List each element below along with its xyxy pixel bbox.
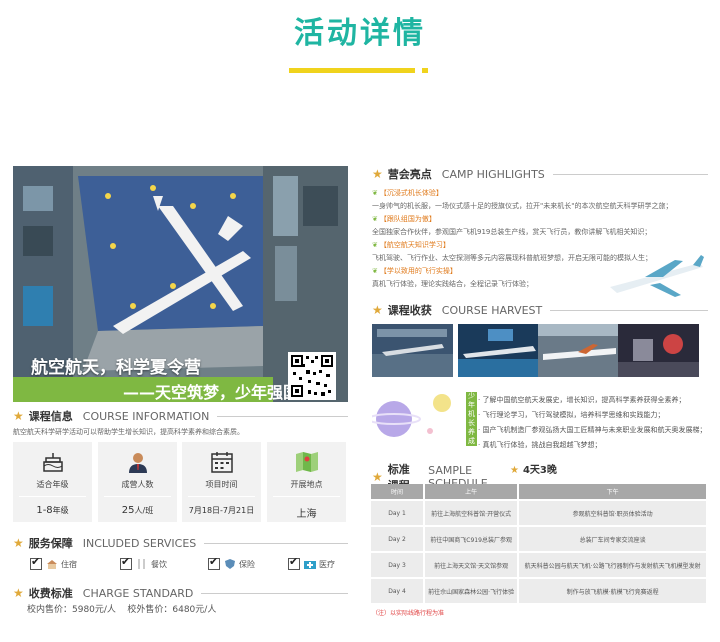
course-info-title-en: COURSE INFORMATION: [82, 409, 210, 423]
photo-cockpit-sim: [458, 324, 539, 377]
service-medical: 医疗: [288, 555, 335, 570]
price-text: 校内售价：5980元/人 校外售价：6480元/人: [27, 605, 217, 615]
map-icon: [296, 452, 318, 472]
highlights-title-en: CAMP HIGHLIGHTS: [441, 167, 545, 181]
highlight-item: ❦ 【学以致用的飞行实操】 真机飞行体验，理论实践结合，全程记录飞行体验；: [372, 267, 533, 288]
divider: [201, 592, 348, 594]
info-location: 开展地点 上海: [267, 442, 346, 522]
info-time-value: 7月18日-7月21日: [188, 506, 255, 515]
info-grade-label: 适合年级: [36, 480, 69, 489]
leaf-icon: ❦: [372, 267, 378, 275]
course-info-header: ★ 课程信息 COURSE INFORMATION: [13, 408, 348, 424]
leaf-icon: ❦: [372, 241, 378, 249]
star-icon: ★: [510, 465, 519, 476]
star-icon: ★: [372, 167, 383, 181]
divider: [217, 415, 348, 417]
harvest-title: 课程收获: [387, 304, 432, 317]
highlights-title: 营会亮点: [387, 168, 432, 181]
harvest-list: · 了解中国航空航天发展史，增长知识，提高科学素养获得全素养； · 飞行理论学习…: [478, 393, 706, 453]
list-item: · 飞行理论学习，飞行驾驶模拟，培养科学思维和实践能力；: [478, 411, 665, 419]
info-location-value: 上海: [296, 509, 317, 520]
star-icon: ★: [13, 409, 24, 423]
table-header-row: 时间 上午 下午: [371, 484, 706, 499]
list-item: · 真机飞行体验，挑战自我超越飞梦想；: [478, 441, 602, 449]
info-size-label: 成营人数: [121, 480, 154, 489]
info-grade: 适合年级 1-8年级: [13, 442, 92, 522]
shield-icon: [225, 559, 235, 569]
table-row: Day 1 前往上海航空科普馆·开营仪式 参观航空科普馆·职员体验活动: [371, 501, 706, 525]
qr-code[interactable]: [288, 352, 336, 400]
harvest-header: ★ 课程收获 COURSE HARVEST: [372, 302, 708, 318]
checkbox-checked: [288, 555, 300, 570]
hero-slogan-text: ——天空筑梦，少年强国: [123, 383, 300, 402]
info-time: 项目时间 7月18日-7月21日: [182, 442, 261, 522]
title-underline-dot: [422, 68, 428, 73]
info-size: 成营人数 25人/班: [98, 442, 177, 522]
table-row: Day 3 前往上海天文馆·天文馆参观 航天科普公园与航天飞机·公路飞行器制作与…: [371, 553, 706, 577]
highlight-item: ❦ 【跟队组国为傲】 全国独家合作伙伴，参观国产飞机919总装生产线，赏天飞行员，…: [372, 215, 652, 236]
photo-aircraft-exhibit: [372, 324, 453, 377]
highlight-item: ❦ 【沉浸式机长体验】 一身帅气的机长服，一场仪式感十足的授旗仪式，拉开"未来机长…: [372, 189, 673, 210]
charge-header: ★ 收费标准 CHARGE STANDARD: [13, 585, 348, 601]
info-location-label: 开展地点: [290, 480, 323, 489]
star-icon: ★: [13, 586, 24, 600]
house-icon: [47, 560, 57, 569]
services-header: ★ 服务保障 INCLUDED SERVICES: [13, 535, 348, 551]
star-icon: ★: [13, 536, 24, 550]
star-icon: ★: [372, 303, 383, 317]
course-info-description: 航空航天科学研学活动可以帮助学生增长知识，提高科学素养和综合素质。: [13, 428, 244, 436]
service-insurance: 保险: [208, 555, 255, 570]
divider: [550, 309, 708, 311]
airplane-illustration: [610, 255, 704, 297]
cutlery-icon: [138, 559, 145, 569]
photo-space-exhibit: [618, 324, 699, 377]
qr-code-pattern: [291, 355, 333, 397]
list-item: · 国产飞机制造厂参观弘扬大国工匠精神与未来职业发展和航天奥发展梯；: [478, 426, 707, 434]
info-grade-value: 1-8年级: [36, 505, 69, 516]
planets-illustration: [372, 394, 451, 437]
divider: [204, 542, 348, 544]
hero-main-text: 航空航天，科学夏令营: [31, 358, 201, 378]
checkbox-checked: [30, 555, 42, 570]
divider: [552, 173, 708, 175]
charge-title-en: CHARGE STANDARD: [82, 586, 194, 600]
checkbox-checked: [208, 555, 220, 570]
course-info-grid: 适合年级 1-8年级 成营人数 25人/班 项目时间 7月18日-7月21日 开…: [13, 442, 348, 522]
calendar-icon: [211, 452, 233, 473]
info-time-label: 项目时间: [205, 480, 238, 489]
charge-title: 收费标准: [28, 587, 73, 600]
harvest-title-en: COURSE HARVEST: [441, 303, 543, 317]
cake-icon: [43, 453, 63, 472]
list-item: · 了解中国航空航天发展史，增长知识，提高科学素养获得全素养；: [478, 396, 686, 404]
services-title: 服务保障: [28, 537, 73, 550]
schedule-table: 时间 上午 下午 Day 1 前往上海航空科普馆·开营仪式 参观航空科普馆·职员…: [369, 482, 708, 605]
leaf-icon: ❦: [372, 189, 378, 197]
medical-kit-icon: [304, 561, 316, 569]
info-size-value: 25人/班: [121, 505, 154, 516]
schedule-duration: ★ 4天3晚: [510, 465, 557, 476]
service-meals: 餐饮: [120, 555, 167, 570]
table-row: Day 4 前往佘山国家森林公园·飞行体验 制作与放飞航模·航模飞行竞赛返程: [371, 579, 706, 603]
title-underline: [289, 68, 415, 73]
person-icon: [129, 453, 147, 473]
schedule-note: （注）以实际线路行程为准: [372, 610, 445, 617]
harvest-vertical-tag: 少年机长养成记: [466, 392, 477, 454]
checkbox-checked: [120, 555, 132, 570]
services-title-en: INCLUDED SERVICES: [82, 536, 197, 550]
photo-c919-hangar: [538, 324, 619, 377]
highlights-header: ★ 营会亮点 CAMP HIGHLIGHTS: [372, 166, 708, 182]
hero-image: 航空航天，科学夏令营 ——天空筑梦，少年强国: [13, 166, 348, 402]
service-lodging: 住宿: [30, 555, 77, 570]
leaf-icon: ❦: [372, 215, 378, 223]
course-info-title: 课程信息: [28, 410, 73, 423]
page-title: 活动详情: [294, 16, 426, 51]
table-row: Day 2 前往中国商飞C919总装厂参观 总装厂车间专家交流座谈: [371, 527, 706, 551]
